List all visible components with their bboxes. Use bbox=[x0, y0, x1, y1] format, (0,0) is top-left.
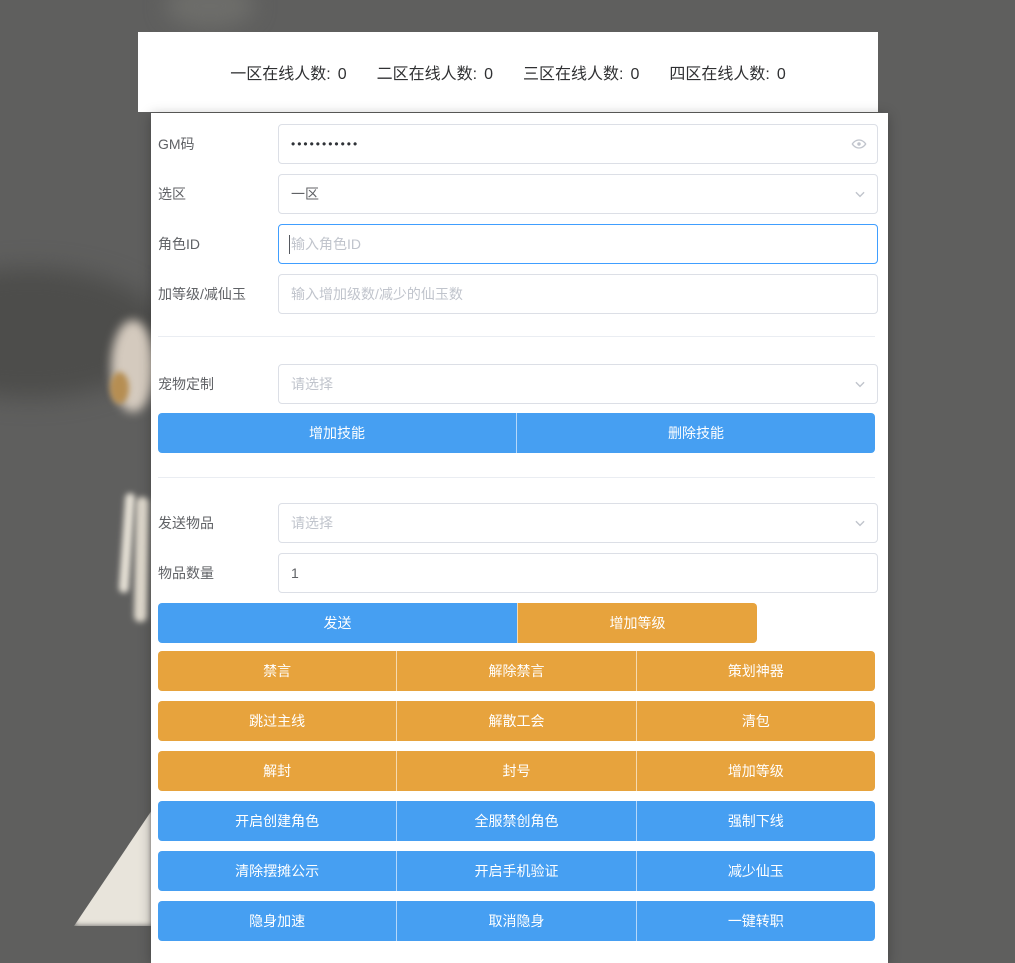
chevron-down-icon bbox=[853, 377, 867, 391]
planner-tool-button[interactable]: 策划神器 bbox=[636, 651, 875, 691]
role-id-label: 角色ID bbox=[158, 224, 278, 264]
action-row: 禁言 解除禁言 策划神器 bbox=[158, 651, 875, 691]
skill-button-group: 增加技能 删除技能 bbox=[158, 413, 875, 453]
gm-code-row: GM码 bbox=[158, 124, 878, 164]
role-id-input[interactable] bbox=[291, 236, 865, 252]
level-jade-input[interactable] bbox=[291, 286, 865, 302]
send-button[interactable]: 发送 bbox=[158, 603, 517, 643]
figure-robe-strand bbox=[119, 493, 136, 593]
action-row: 清除摆摊公示 开启手机验证 减少仙玉 bbox=[158, 851, 875, 891]
chevron-down-icon bbox=[853, 516, 867, 530]
level-jade-row: 加等级/减仙玉 bbox=[158, 274, 878, 314]
pet-custom-placeholder: 请选择 bbox=[291, 374, 333, 394]
zone-select[interactable]: 一区 bbox=[278, 174, 878, 214]
role-id-field[interactable] bbox=[278, 224, 878, 264]
online-count-label: 二区在线人数: bbox=[377, 60, 477, 84]
figure-head bbox=[111, 320, 155, 412]
online-count-value: 0 bbox=[484, 66, 493, 84]
section-divider bbox=[158, 336, 875, 337]
gm-code-label: GM码 bbox=[158, 124, 278, 164]
figure-robe-edge bbox=[74, 810, 152, 926]
force-offline-button[interactable]: 强制下线 bbox=[636, 801, 875, 841]
stealth-speed-button[interactable]: 隐身加速 bbox=[158, 901, 396, 941]
gm-code-input[interactable] bbox=[291, 137, 865, 151]
gm-code-field[interactable] bbox=[278, 124, 878, 164]
clear-stall-notice-button[interactable]: 清除摆摊公示 bbox=[158, 851, 396, 891]
item-qty-field[interactable] bbox=[278, 553, 878, 593]
add-level-button-2[interactable]: 增加等级 bbox=[636, 751, 875, 791]
delete-skill-button[interactable]: 删除技能 bbox=[516, 413, 875, 453]
online-counts-bar: 一区在线人数: 0 二区在线人数: 0 三区在线人数: 0 四区在线人数: 0 bbox=[138, 32, 878, 112]
online-count-value: 0 bbox=[338, 66, 347, 84]
item-qty-row: 物品数量 bbox=[158, 553, 878, 593]
mute-button[interactable]: 禁言 bbox=[158, 651, 396, 691]
item-qty-input[interactable] bbox=[291, 565, 865, 581]
pet-custom-select[interactable]: 请选择 bbox=[278, 364, 878, 404]
action-row: 解封 封号 增加等级 bbox=[158, 751, 875, 791]
cancel-stealth-button[interactable]: 取消隐身 bbox=[396, 901, 635, 941]
level-jade-label: 加等级/减仙玉 bbox=[158, 274, 278, 314]
online-count-zone2: 二区在线人数: 0 bbox=[377, 60, 493, 84]
add-skill-button[interactable]: 增加技能 bbox=[158, 413, 516, 453]
forbid-create-role-button[interactable]: 全服禁创角色 bbox=[396, 801, 635, 841]
disband-guild-button[interactable]: 解散工会 bbox=[396, 701, 635, 741]
enable-phone-verify-button[interactable]: 开启手机验证 bbox=[396, 851, 635, 891]
gm-panel: GM码 选区 一区 角色ID bbox=[151, 113, 888, 963]
action-row: 隐身加速 取消隐身 一键转职 bbox=[158, 901, 875, 941]
online-count-value: 0 bbox=[630, 66, 639, 84]
online-count-zone1: 一区在线人数: 0 bbox=[230, 60, 346, 84]
unmute-button[interactable]: 解除禁言 bbox=[396, 651, 635, 691]
action-row: 开启创建角色 全服禁创角色 强制下线 bbox=[158, 801, 875, 841]
online-count-zone3: 三区在线人数: 0 bbox=[523, 60, 639, 84]
chevron-down-icon bbox=[853, 187, 867, 201]
skip-mainline-button[interactable]: 跳过主线 bbox=[158, 701, 396, 741]
reduce-jade-button[interactable]: 减少仙玉 bbox=[636, 851, 875, 891]
level-jade-field[interactable] bbox=[278, 274, 878, 314]
one-key-class-change-button[interactable]: 一键转职 bbox=[636, 901, 875, 941]
text-caret bbox=[289, 235, 290, 254]
zone-select-value: 一区 bbox=[291, 184, 319, 204]
unban-button[interactable]: 解封 bbox=[158, 751, 396, 791]
send-button-row: 发送 增加等级 bbox=[158, 603, 875, 643]
figure-gold-ornament bbox=[110, 372, 129, 404]
clear-bag-button[interactable]: 清包 bbox=[636, 701, 875, 741]
section-divider bbox=[158, 477, 875, 478]
figure-shoulder-shadow bbox=[0, 268, 165, 398]
online-count-value: 0 bbox=[777, 66, 786, 84]
send-item-row: 发送物品 请选择 bbox=[158, 503, 878, 543]
online-count-label: 四区在线人数: bbox=[669, 60, 769, 84]
send-item-label: 发送物品 bbox=[158, 503, 278, 543]
item-qty-label: 物品数量 bbox=[158, 553, 278, 593]
add-level-button[interactable]: 增加等级 bbox=[517, 603, 757, 643]
send-item-select[interactable]: 请选择 bbox=[278, 503, 878, 543]
online-count-label: 一区在线人数: bbox=[230, 60, 330, 84]
zone-label: 选区 bbox=[158, 174, 278, 214]
ban-button[interactable]: 封号 bbox=[396, 751, 635, 791]
background-blob bbox=[165, 0, 255, 28]
pet-custom-row: 宠物定制 请选择 bbox=[158, 364, 878, 404]
action-row: 跳过主线 解散工会 清包 bbox=[158, 701, 875, 741]
figure-robe-strand bbox=[134, 497, 149, 622]
eye-icon[interactable] bbox=[851, 136, 867, 152]
zone-row: 选区 一区 bbox=[158, 174, 878, 214]
online-count-label: 三区在线人数: bbox=[523, 60, 623, 84]
pet-custom-label: 宠物定制 bbox=[158, 364, 278, 404]
enable-create-role-button[interactable]: 开启创建角色 bbox=[158, 801, 396, 841]
send-item-placeholder: 请选择 bbox=[291, 513, 333, 533]
role-id-row: 角色ID bbox=[158, 224, 878, 264]
online-count-zone4: 四区在线人数: 0 bbox=[669, 60, 785, 84]
